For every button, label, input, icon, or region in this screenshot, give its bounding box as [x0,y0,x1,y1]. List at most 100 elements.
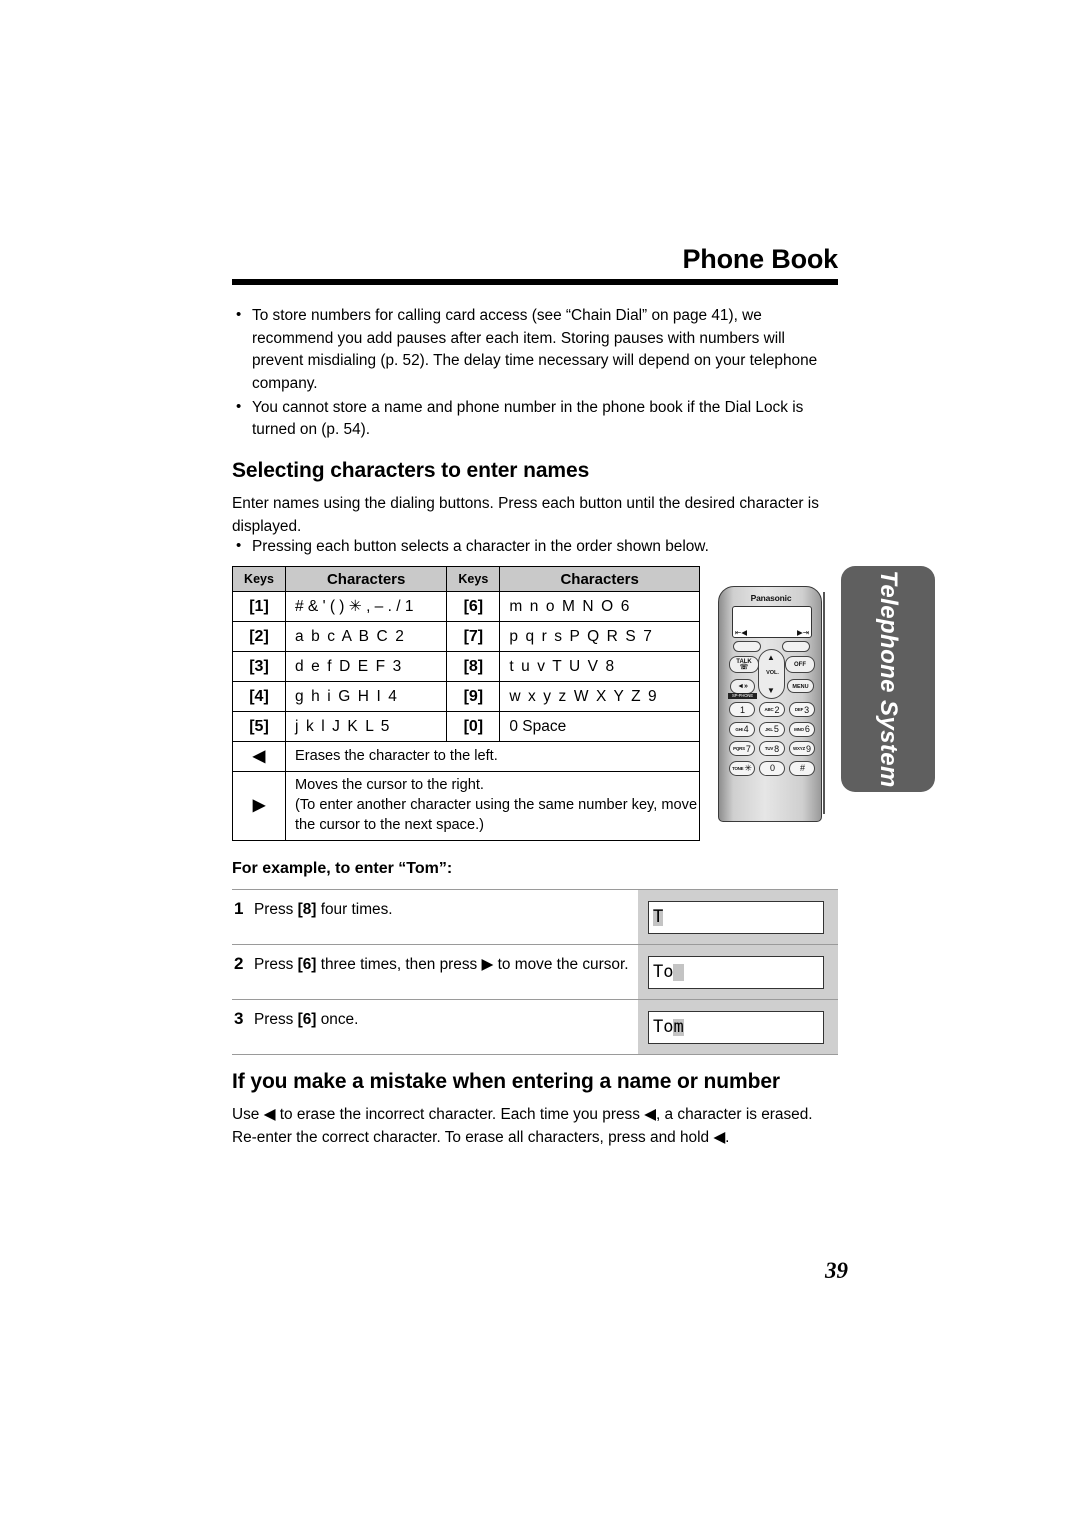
key-label: [0] [446,711,501,742]
keypad-key: DEF 3 [789,702,815,717]
step-instruction-cell: 1 Press [8] four times. [232,890,638,944]
list-item: To store numbers for calling card access… [232,304,838,396]
lcd-display: Tom [648,1010,824,1044]
speaker-icon: ◄» [737,683,748,690]
key-label: [9] [446,681,501,712]
section-paragraph-mistake: Use ◀ to erase the incorrect character. … [232,1106,813,1146]
speakerphone-label: SP-PHONE [728,693,757,699]
menu-label: MENU [792,683,809,690]
characters-value: w x y z W X Y Z 9 [499,681,700,712]
arrow-left-icon: ◀ [232,741,286,772]
keypad-row: 1 ABC 2 DEF 3 [729,702,815,717]
list-item: Pressing each button selects a character… [232,535,838,559]
keypad-key: MNO 6 [789,721,815,737]
volume-label: VOL. [766,670,779,676]
key-number: 2 [774,704,780,715]
table-row: [2] a b c A B C 2 [7] p q r s P Q R S 7 [232,621,700,652]
character-map-table: Keys Characters Keys Characters [1] # & … [232,566,700,841]
characters-value: g h i G H I 4 [284,681,448,712]
keypad-key: TUV 8 [759,741,785,756]
handset-icon: ☏ [739,664,749,671]
key-number: ✳ [744,762,752,773]
key-number: 7 [745,743,751,754]
keypad-key: 0 [759,760,785,776]
key-sub-label: JKL [765,726,773,732]
intro-bullet-list: To store numbers for calling card access… [232,304,838,443]
key-label: [4] [232,681,286,712]
keypad-row: PQRS 7 TUV 8 WXYZ 9 [729,741,815,756]
step-instruction-cell: 3 Press [6] once. [232,1000,638,1054]
phone-body: Panasonic ⇤◀ ▶⇥ ▲ VOL. ▼ TALK ☏ OFF ◄» S… [718,586,822,822]
key-number: 4 [743,724,749,734]
table-row: [3] d e f D E F 3 [8] t u v T U V 8 [232,651,700,682]
selecting-characters-bullets: Pressing each button selects a character… [232,535,838,560]
characters-value: m n o M N O 6 [499,591,700,622]
keypad-row: GHI 4 JKL 5 MNO 6 [729,721,815,737]
key-number: 8 [774,743,780,754]
keypad-key: # [789,760,815,776]
key-label: [3] [232,651,286,682]
key-number: 6 [804,724,810,734]
key-sub-label: GHI [735,726,743,732]
lcd-display-text: Tom [653,1016,684,1037]
key-number: # [799,763,805,773]
table-row-erase: ◀ Erases the character to the left. [232,741,700,772]
step-display-cell: T [638,890,838,944]
phone-soft-button-left [733,641,761,652]
characters-value: t u v T U V 8 [499,651,700,682]
keypad-key: ABC 2 [759,702,785,717]
keypad-key: PQRS 7 [729,741,755,756]
phone-soft-button-right [782,641,810,652]
lcd-display: T [648,900,824,934]
keypad-key: TONE ✳ [729,760,755,776]
table-header-row: Keys Characters Keys Characters [232,566,700,592]
phone-menu-button: MENU [787,679,814,693]
column-header-keys-right: Keys [446,566,501,592]
cursor-block [673,963,684,981]
example-steps-table: 1 Press [8] four times. T 2 Press [6] th… [232,889,838,1055]
nav-down-arrow-icon: ▼ [767,686,775,695]
arrow-right-icon: ▶ [232,771,286,841]
example-heading: For example, to enter “Tom”: [232,860,453,877]
characters-value: 0 Space [499,711,700,742]
document-page: Phone Book To store numbers for calling … [0,0,1080,1528]
column-header-characters-left: Characters [284,566,448,592]
table-row: 1 Press [8] four times. T [232,889,838,944]
phone-speakerphone-button: ◄» [730,679,755,694]
key-number: 0 [769,763,775,773]
step-display-cell: To [638,945,838,999]
table-row: [4] g h i G H I 4 [9] w x y z W X Y Z 9 [232,681,700,712]
step-number: 2 [234,954,244,973]
step-number: 3 [234,1009,244,1028]
table-row: [5] j k l J K L 5 [0] 0 Space [232,711,700,742]
section-heading-selecting-characters: Selecting characters to enter names [232,459,590,482]
lcd-display-text: T [653,906,664,927]
key-label: [5] [232,711,286,742]
off-label: OFF [794,662,806,668]
side-tab-label: Telephone System [875,570,902,788]
key-reference: [6] [297,1011,317,1028]
section-side-tab: Telephone System [841,566,935,792]
list-item: You cannot store a name and phone number… [232,396,838,442]
move-cursor-description: Moves the cursor to the right. (To enter… [285,771,700,841]
key-number: 9 [805,743,811,754]
phone-navigation-pad: ▲ VOL. ▼ [758,649,785,699]
table-row: 2 Press [6] three times, then press ▶ to… [232,944,838,999]
characters-value: p q r s P Q R S 7 [499,621,700,652]
phone-handset-illustration: Panasonic ⇤◀ ▶⇥ ▲ VOL. ▼ TALK ☏ OFF ◄» S… [714,586,832,822]
key-reference: [8] [297,901,317,918]
erase-description: Erases the character to the left. [285,741,700,772]
key-label: [7] [446,621,501,652]
table-row: [1] # & ' ( ) ✳ , – . / 1 [6] m n o M N … [232,591,700,622]
lcd-display: To [648,955,824,989]
column-header-keys-left: Keys [232,566,286,592]
phone-keypad: 1 ABC 2 DEF 3 GHI 4 JKL 5 MNO 6 PQRS 7 TUV 8 WX… [729,702,815,780]
page-header: Phone Book [232,245,838,286]
key-sub-label: PQRS [733,746,745,751]
key-number: 1 [739,704,745,715]
step-text: Press [6] three times, then press ▶ to m… [254,956,629,973]
characters-value: a b c A B C 2 [284,621,448,652]
panasonic-brand-label: Panasonic [750,593,792,603]
key-sub-label: TONE [732,765,744,771]
phone-off-button: OFF [785,656,815,673]
